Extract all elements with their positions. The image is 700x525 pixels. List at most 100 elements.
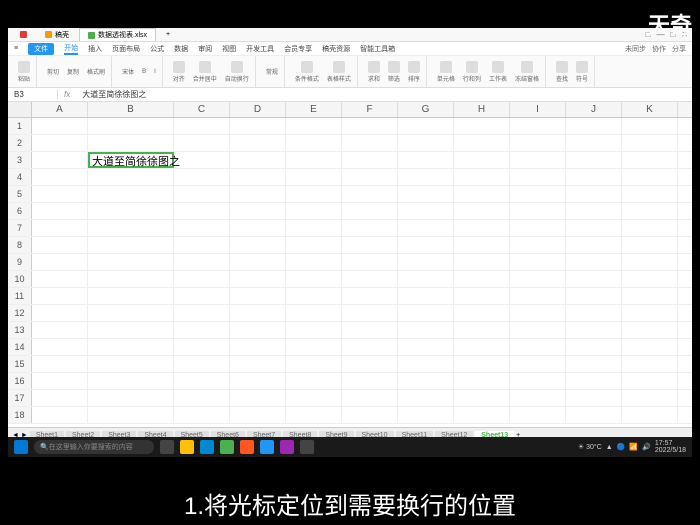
cell[interactable] bbox=[566, 169, 622, 185]
cell[interactable] bbox=[174, 288, 230, 304]
cell[interactable] bbox=[88, 339, 174, 355]
cell[interactable] bbox=[88, 305, 174, 321]
cell[interactable] bbox=[286, 305, 342, 321]
col-header[interactable]: F bbox=[342, 102, 398, 117]
col-header[interactable]: D bbox=[230, 102, 286, 117]
cell[interactable] bbox=[174, 407, 230, 423]
cell[interactable] bbox=[286, 237, 342, 253]
cell[interactable] bbox=[342, 390, 398, 406]
freeze-button[interactable]: 冻结窗格 bbox=[512, 60, 542, 84]
cell[interactable] bbox=[286, 186, 342, 202]
cell[interactable] bbox=[230, 271, 286, 287]
cell[interactable] bbox=[342, 305, 398, 321]
menu-layout[interactable]: 页面布局 bbox=[112, 44, 140, 54]
cell[interactable] bbox=[622, 305, 678, 321]
filter-button[interactable]: 筛选 bbox=[385, 60, 403, 84]
cell[interactable] bbox=[398, 135, 454, 151]
cell[interactable] bbox=[510, 339, 566, 355]
cell[interactable] bbox=[286, 390, 342, 406]
cell[interactable] bbox=[230, 118, 286, 134]
taskbar-app[interactable] bbox=[280, 440, 294, 454]
cell[interactable] bbox=[454, 271, 510, 287]
cell[interactable] bbox=[342, 322, 398, 338]
sync-status[interactable]: 未同步 bbox=[625, 44, 646, 54]
cell[interactable] bbox=[174, 390, 230, 406]
cell[interactable] bbox=[510, 220, 566, 236]
cell[interactable] bbox=[566, 373, 622, 389]
cell[interactable] bbox=[32, 118, 88, 134]
cell[interactable] bbox=[286, 254, 342, 270]
row-header[interactable]: 9 bbox=[8, 254, 32, 270]
cell[interactable] bbox=[230, 288, 286, 304]
format-select[interactable]: 常规 bbox=[263, 66, 281, 77]
cell[interactable] bbox=[398, 237, 454, 253]
cell[interactable] bbox=[622, 373, 678, 389]
cell[interactable] bbox=[622, 135, 678, 151]
cell[interactable] bbox=[230, 407, 286, 423]
menu-vip[interactable]: 会员专享 bbox=[284, 44, 312, 54]
menu-resource[interactable]: 稿壳资源 bbox=[322, 44, 350, 54]
table-style[interactable]: 表格样式 bbox=[324, 60, 354, 84]
cell[interactable] bbox=[230, 390, 286, 406]
cell[interactable] bbox=[398, 390, 454, 406]
cell[interactable] bbox=[510, 407, 566, 423]
row-header[interactable]: 10 bbox=[8, 271, 32, 287]
row-header[interactable]: 7 bbox=[8, 220, 32, 236]
cell[interactable] bbox=[398, 220, 454, 236]
cell[interactable] bbox=[230, 322, 286, 338]
cell[interactable] bbox=[286, 288, 342, 304]
rowcol-button[interactable]: 行和列 bbox=[460, 60, 484, 84]
cell[interactable] bbox=[230, 152, 286, 168]
cell[interactable] bbox=[398, 356, 454, 372]
cell[interactable] bbox=[32, 152, 88, 168]
cell[interactable] bbox=[398, 186, 454, 202]
spreadsheet-grid[interactable]: A B C D E F G H I J K 123大道至简徐徐图之4567891… bbox=[8, 102, 692, 427]
cell[interactable] bbox=[566, 254, 622, 270]
cell[interactable] bbox=[174, 305, 230, 321]
select-all-corner[interactable] bbox=[8, 102, 32, 117]
cell[interactable] bbox=[88, 220, 174, 236]
cell[interactable] bbox=[342, 152, 398, 168]
cell[interactable] bbox=[398, 305, 454, 321]
cell[interactable] bbox=[88, 271, 174, 287]
task-view-icon[interactable] bbox=[160, 440, 174, 454]
collab-button[interactable]: 协作 bbox=[652, 44, 666, 54]
cell[interactable] bbox=[454, 356, 510, 372]
taskbar-app[interactable] bbox=[240, 440, 254, 454]
cell[interactable] bbox=[230, 186, 286, 202]
cell[interactable] bbox=[622, 203, 678, 219]
cell[interactable] bbox=[566, 118, 622, 134]
cell[interactable] bbox=[566, 390, 622, 406]
row-header[interactable]: 3 bbox=[8, 152, 32, 168]
cell[interactable] bbox=[566, 186, 622, 202]
cell[interactable] bbox=[32, 390, 88, 406]
row-header[interactable]: 13 bbox=[8, 322, 32, 338]
row-header[interactable]: 18 bbox=[8, 407, 32, 423]
share-button[interactable]: 分享 bbox=[672, 44, 686, 54]
cell[interactable] bbox=[566, 288, 622, 304]
cell[interactable] bbox=[454, 339, 510, 355]
cell[interactable] bbox=[342, 339, 398, 355]
cell[interactable] bbox=[342, 373, 398, 389]
cell[interactable] bbox=[174, 237, 230, 253]
cell[interactable] bbox=[32, 288, 88, 304]
cell[interactable] bbox=[510, 169, 566, 185]
tray-icon[interactable]: 📶 bbox=[629, 443, 638, 451]
cell[interactable] bbox=[510, 135, 566, 151]
cell[interactable] bbox=[88, 407, 174, 423]
cell[interactable] bbox=[286, 169, 342, 185]
row-header[interactable]: 6 bbox=[8, 203, 32, 219]
cell[interactable] bbox=[454, 237, 510, 253]
weather-widget[interactable]: ☀ 30°C bbox=[578, 443, 602, 451]
cell[interactable] bbox=[622, 322, 678, 338]
cell[interactable] bbox=[174, 203, 230, 219]
cell[interactable] bbox=[174, 339, 230, 355]
cell[interactable] bbox=[342, 271, 398, 287]
cell[interactable] bbox=[230, 135, 286, 151]
clock[interactable]: 17:572022/5/18 bbox=[655, 440, 686, 454]
cell[interactable] bbox=[174, 220, 230, 236]
align-button[interactable]: 对齐 bbox=[170, 60, 188, 84]
cell[interactable] bbox=[342, 356, 398, 372]
cell[interactable] bbox=[230, 203, 286, 219]
fx-icon[interactable]: fx bbox=[58, 90, 76, 99]
